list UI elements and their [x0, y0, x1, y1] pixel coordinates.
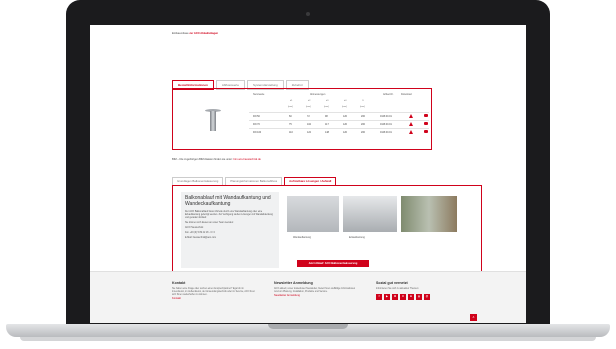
footer-newsletter-title: Newsletter Anmeldung — [274, 281, 313, 285]
social-icons: f ▶ ✉ X in ◎ @ — [376, 293, 460, 300]
cart-icon[interactable] — [424, 114, 428, 117]
info-box: Balkonablauf mit Wandaufkantung und Wand… — [181, 192, 279, 268]
youtube-icon[interactable]: ▶ — [384, 293, 390, 300]
footer-newsletter: Newsletter Anmeldung ACO aktuell, unser … — [274, 281, 358, 298]
top-note: Einbauvorlaue zur ACO Ablaufanlagen — [172, 32, 218, 36]
xing-icon[interactable]: X — [400, 293, 406, 300]
mail-icon[interactable]: ✉ — [392, 293, 398, 300]
row-art: 0115.00.01 — [380, 115, 392, 118]
row-d2: 102 — [307, 123, 311, 126]
footer-kontakt-text: Sie haben eine Frage oder suchen einen A… — [172, 287, 255, 297]
table-row: DN 70 75 102 117 120 200 0115.00.01 — [249, 120, 429, 128]
info-paragraph: Der ACO Balkonablauf bietet Vorteile dur… — [185, 210, 273, 219]
contact-company: ACO Haustechnik — [185, 226, 204, 229]
row-dn: DN 50 — [253, 115, 260, 118]
camera-icon — [306, 12, 310, 16]
row-d4: 120 — [343, 131, 347, 134]
unit-d3: [mm] — [324, 106, 329, 108]
contact-phone: Fon +49 (0) 5 89 42 18 - 0 / 0 — [185, 231, 215, 234]
footer: Kontakt Sie haben eine Frage oder suchen… — [90, 271, 526, 323]
note-link[interactable]: zur ACO Ablaufanlagen — [189, 32, 218, 35]
info-title: Balkonablauf mit Wandaufkantung und Wand… — [185, 195, 271, 207]
caption-wall: Wandaufkantung — [293, 236, 311, 239]
caption-corner: Eckaufkantung — [349, 236, 365, 239]
pdf-download-icon[interactable] — [409, 130, 413, 134]
unit-d1: [mm] — [288, 106, 293, 108]
dim-d1: d1 — [290, 100, 293, 102]
col-header-download: Download — [401, 93, 412, 96]
webpage: Einbauvorlaue zur ACO Ablaufanlagen Best… — [90, 25, 526, 323]
table-row: DN 100 110 122 148 120 200 0115.00.01 — [249, 128, 429, 136]
bim-note: BIM – Die zugehörigen BIM-Dateien finden… — [172, 158, 261, 162]
col-header-nennweite: Nennweite — [253, 93, 265, 96]
row-l1: 200 — [361, 123, 365, 126]
footer-social-text: Informieren Sie sich zu aktuellen Themen… — [376, 287, 419, 290]
row-art: 0115.00.01 — [380, 123, 392, 126]
product-image — [205, 109, 221, 135]
row-dn: DN 100 — [253, 131, 262, 134]
row-d2: 122 — [307, 131, 311, 134]
laptop-mockup: Einbauvorlaue zur ACO Ablaufanlagen Best… — [0, 0, 616, 349]
row-d4: 120 — [343, 123, 347, 126]
dim-d2: d2 — [308, 100, 311, 102]
footer-kontakt-link[interactable]: Kontakt — [172, 297, 181, 300]
contact-email[interactable]: E-Mail: haustechnik@aco.com — [185, 237, 275, 240]
laptop-shadow — [20, 337, 596, 341]
drain-body — [210, 111, 216, 131]
row-d1: 60 — [289, 115, 292, 118]
footer-social: Sozial gut vernetzt Informieren Sie sich… — [376, 281, 460, 300]
pdf-download-icon[interactable] — [409, 114, 413, 118]
col-header-abmessungen: Abmessungen — [310, 93, 326, 96]
row-dn: DN 70 — [253, 123, 260, 126]
solutions-panel: Balkonablauf mit Wandaufkantung und Wand… — [172, 185, 482, 273]
aco-badge-icon[interactable]: A — [470, 314, 477, 321]
row-d3: 98 — [325, 115, 328, 118]
bim-link[interactable]: bim.aco-haustechnik.de — [233, 158, 260, 161]
laptop-screen: Einbauvorlaue zur ACO Ablaufanlagen Best… — [90, 25, 526, 323]
row-l1: 200 — [361, 131, 365, 134]
row-d1: 75 — [289, 123, 292, 126]
row-d2: 72 — [307, 115, 310, 118]
order-info-panel: Nennweite Abmessungen Artikel-Nr. d1 d2 … — [172, 88, 432, 150]
footer-newsletter-link[interactable]: Newsletter Anmeldung — [274, 294, 300, 297]
cart-icon[interactable] — [424, 130, 428, 133]
email-icon[interactable]: @ — [424, 293, 430, 300]
row-d3: 148 — [325, 131, 329, 134]
table-row: DN 50 60 72 98 120 200 0115.00.01 — [249, 112, 429, 120]
corner-upstand-image — [343, 196, 397, 232]
info-paragraph-2: Sie können sich diesen an unser Team wen… — [185, 221, 234, 224]
unit-d2: [mm] — [306, 106, 311, 108]
footer-social-title: Sozial gut vernetzt — [376, 281, 408, 285]
footer-kontakt-title: Kontakt — [172, 281, 186, 285]
pdf-download-icon[interactable] — [409, 122, 413, 126]
laptop-notch — [268, 324, 348, 329]
unit-l1: [mm] — [360, 106, 365, 108]
dim-l1: l1 — [362, 100, 364, 102]
col-header-artikel: Artikel-Nr. — [383, 93, 394, 96]
bim-prefix: BIM – Die zugehörigen BIM-Dateien finden… — [172, 158, 233, 161]
instagram-icon[interactable]: ◎ — [416, 293, 422, 300]
dim-d3: d3 — [326, 100, 329, 102]
row-d4: 120 — [343, 115, 347, 118]
row-d1: 110 — [289, 131, 293, 134]
unit-d4: [mm] — [342, 106, 347, 108]
dim-d4: d4 — [344, 100, 347, 102]
installation-photo — [401, 196, 457, 232]
linkedin-icon[interactable]: in — [408, 293, 414, 300]
row-l1: 200 — [361, 115, 365, 118]
footer-kontakt: Kontakt Sie haben eine Frage oder suchen… — [172, 281, 256, 301]
wall-upstand-image — [287, 196, 339, 232]
row-art: 0115.00.01 — [380, 131, 392, 134]
facebook-icon[interactable]: f — [376, 293, 382, 300]
cta-button[interactable]: Jetzt Ablauf: ACO Balkonentwässerung — [297, 260, 369, 267]
cart-icon[interactable] — [424, 122, 428, 125]
row-d3: 117 — [325, 123, 329, 126]
note-prefix: Einbauvorlaue — [172, 32, 189, 35]
